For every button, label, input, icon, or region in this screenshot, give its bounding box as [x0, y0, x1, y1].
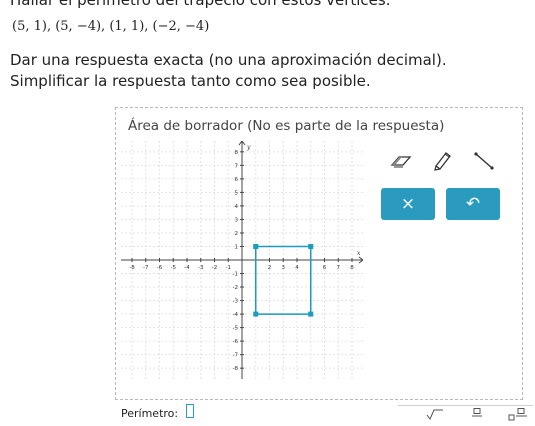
- y-tick-label: -8: [233, 366, 239, 372]
- instruction-simplify: Simplificar la respuesta tanto como sea …: [10, 72, 371, 90]
- question-title: Hallar el perímetro del trapecio con est…: [10, 0, 391, 9]
- x-tick-label: -8: [129, 265, 135, 271]
- line-segment-icon: [474, 152, 494, 170]
- scratch-label: Área de borrador (No es parte de la resp…: [128, 118, 445, 134]
- x-tick-label: 3: [282, 265, 286, 271]
- y-tick-label: -2: [233, 285, 238, 291]
- fraction-icon: [472, 408, 482, 417]
- y-tick-label: 4: [235, 204, 239, 210]
- question-vertices: (5, 1), (5, −4), (1, 1), (−2, −4): [12, 19, 210, 34]
- y-tick-label: -3: [233, 299, 239, 305]
- drawn-point: [308, 243, 314, 249]
- x-tick-label: -3: [198, 265, 204, 271]
- x-tick-label: -6: [157, 265, 163, 271]
- y-tick-label: 1: [235, 244, 239, 250]
- x-tick-label: 6: [323, 265, 327, 271]
- line-tool[interactable]: [469, 148, 499, 174]
- eraser-tool[interactable]: [386, 148, 416, 174]
- perimeter-label: Perímetro:: [121, 407, 179, 420]
- y-tick-label: 3: [235, 217, 239, 223]
- x-tick-label: -1: [226, 265, 231, 271]
- x-tick-label: -2: [212, 265, 217, 271]
- pencil-icon: [434, 152, 451, 171]
- y-axis-label: y: [246, 144, 251, 151]
- pencil-tool[interactable]: [427, 147, 457, 173]
- perimeter-answer-input[interactable]: [186, 404, 194, 418]
- drawn-point: [253, 243, 259, 249]
- eraser-icon: [390, 156, 412, 168]
- y-tick-label: 5: [235, 190, 239, 196]
- drawn-point: [253, 311, 259, 317]
- clear-button[interactable]: ×: [381, 188, 435, 220]
- x-tick-label: -5: [171, 265, 177, 271]
- mixed-number-icon: [508, 408, 527, 421]
- y-tick-label: -5: [233, 326, 239, 332]
- drawn-rectangle: [255, 245, 312, 315]
- math-input-toolbar: [398, 405, 533, 426]
- mixed-number-button[interactable]: [508, 408, 528, 425]
- y-tick-label: 6: [235, 177, 239, 183]
- y-tick-label: 2: [235, 231, 239, 237]
- sqrt-button[interactable]: [426, 408, 444, 423]
- undo-button[interactable]: ↶: [446, 188, 500, 220]
- fraction-button[interactable]: [471, 408, 483, 425]
- y-tick-label: -6: [233, 339, 239, 345]
- x-tick-label: 8: [350, 265, 354, 271]
- drawn-point: [308, 311, 314, 317]
- x-tick-label: 2: [268, 265, 272, 271]
- scratch-area[interactable]: Área de borrador (No es parte de la resp…: [115, 107, 523, 400]
- y-tick-label: -4: [233, 312, 239, 318]
- x-axis-label: x: [357, 250, 361, 257]
- square-root-icon: [426, 409, 443, 420]
- coordinate-graph[interactable]: -8 -7 -6 -5 -4 -3 -2 -1 2 3 4 6 7 8 8 7 6 5 4 3 2 1 -1 -2 -3 -4 -5…: [121, 141, 363, 379]
- x-tick-label: 4: [295, 265, 299, 271]
- y-tick-label: 8: [235, 150, 239, 156]
- x-tick-label: 7: [337, 265, 341, 271]
- x-tick-label: -4: [184, 265, 190, 271]
- y-tick-label: -1: [233, 272, 238, 278]
- y-tick-label: -7: [233, 353, 239, 359]
- x-tick-label: -7: [143, 265, 149, 271]
- instruction-exact: Dar una respuesta exacta (no una aproxim…: [10, 51, 447, 69]
- y-tick-label: 7: [235, 163, 239, 169]
